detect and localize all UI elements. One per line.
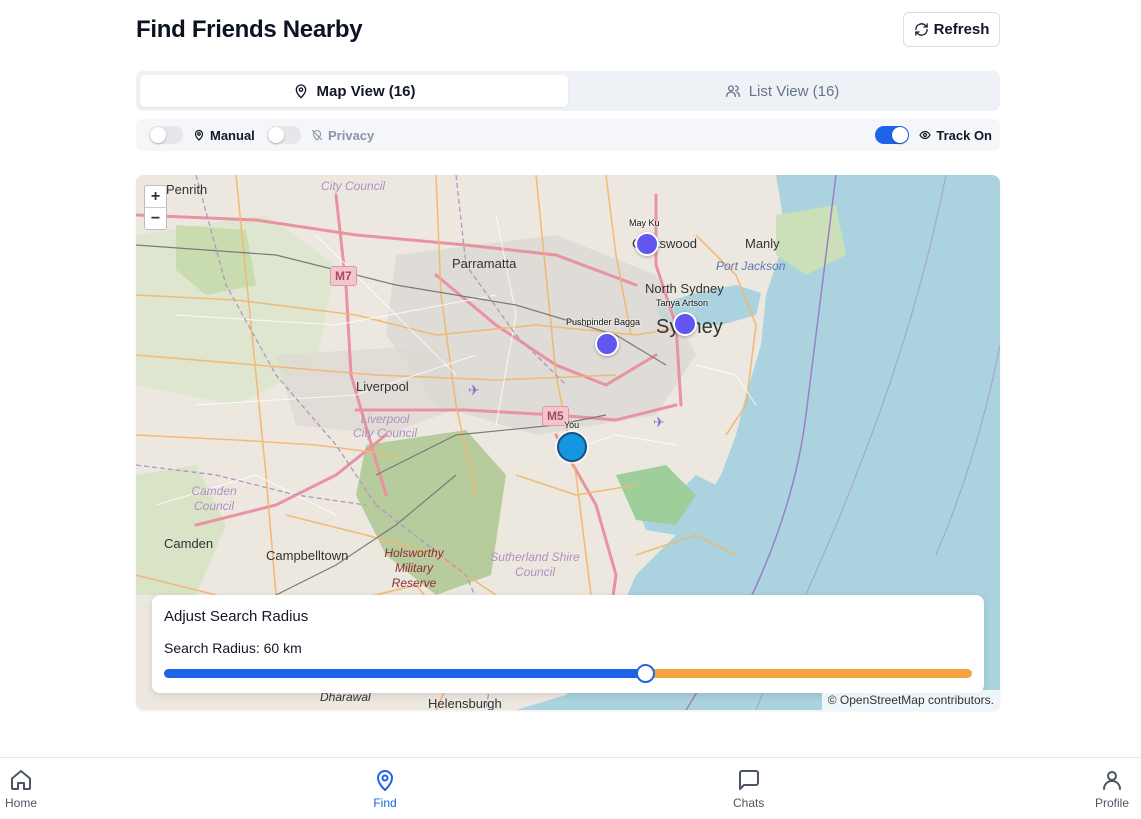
home-icon <box>11 770 31 790</box>
map-label-campbelltown: Campbelltown <box>266 548 349 563</box>
track-toggle[interactable] <box>875 126 910 144</box>
my-location-pin[interactable] <box>557 432 587 462</box>
nav-profile[interactable]: Profile <box>1095 768 1129 810</box>
map-label-north-sydney: North Sydney <box>645 281 724 296</box>
view-tabs: Map View (16) List View (16) <box>136 71 1000 111</box>
manual-control: Manual <box>149 126 255 144</box>
map-label-parramatta: Parramatta <box>452 256 517 271</box>
map-pin-icon <box>295 84 306 99</box>
tab-list-view[interactable]: List View (16) <box>568 75 996 107</box>
header: Find Friends Nearby Refresh <box>136 12 1000 48</box>
eye-icon <box>919 130 931 140</box>
map-label-camden: Camden <box>164 536 214 551</box>
airport-icon: ✈ <box>468 382 480 398</box>
nav-chats-label: Chats <box>733 796 765 810</box>
nav-profile-label: Profile <box>1095 796 1130 810</box>
privacy-toggle[interactable] <box>267 126 301 144</box>
map-pin-icon <box>194 129 204 141</box>
track-control: Track On <box>875 126 992 144</box>
zoom-in-button[interactable]: + <box>145 186 166 208</box>
my-location-label: You <box>564 420 580 430</box>
search-radius-panel: Adjust Search Radius Search Radius: 60 k… <box>152 595 984 693</box>
location-off-icon <box>311 129 323 141</box>
map-label-liverpool: Liverpool <box>356 379 409 394</box>
bottom-nav: Home Find Chats Profile <box>0 757 1141 819</box>
tab-list-view-label: List View (16) <box>748 82 840 100</box>
friend-pin[interactable] <box>595 332 619 356</box>
map-controls-bar: Manual Privacy Track On <box>136 119 1000 151</box>
map-pin-icon <box>377 770 393 791</box>
track-label: Track On <box>936 127 992 143</box>
friend-label: May Ku <box>629 218 660 228</box>
map-attribution: © OpenStreetMap contributors. <box>821 690 1000 710</box>
map-label-manly: Manly <box>745 236 780 251</box>
map-label-port-jackson: Port Jackson <box>716 259 786 273</box>
airport-icon: ✈ <box>653 414 665 430</box>
map-label-helensburgh: Helensburgh <box>428 696 502 710</box>
find-friends-page: Find Friends Nearby Refresh Map View (16… <box>0 0 1141 819</box>
nav-chats[interactable]: Chats <box>733 768 764 810</box>
zoom-control: + − <box>144 185 167 230</box>
users-icon <box>725 85 740 97</box>
nav-find[interactable]: Find <box>373 768 397 810</box>
map-label-city-council: City Council <box>321 179 386 193</box>
radius-title: Adjust Search Radius <box>164 608 309 625</box>
privacy-control: Privacy <box>267 126 374 144</box>
manual-label: Manual <box>210 127 255 143</box>
privacy-label: Privacy <box>328 127 375 143</box>
radius-slider-thumb[interactable] <box>635 664 655 683</box>
radius-slider[interactable] <box>164 664 972 683</box>
friend-pin[interactable] <box>673 312 697 336</box>
tab-map-view-label: Map View (16) <box>316 82 416 100</box>
map-label-liverpool-council: Liverpool City Council <box>352 412 418 440</box>
tab-map-view[interactable]: Map View (16) <box>140 75 568 107</box>
user-icon <box>1103 771 1121 790</box>
friend-label: Tanya Artson <box>656 298 709 308</box>
refresh-button[interactable]: Refresh <box>903 12 1000 47</box>
map-label-penrith: Penrith <box>166 182 208 197</box>
nav-find-label: Find <box>373 796 397 810</box>
refresh-icon <box>914 23 928 36</box>
friend-pin[interactable] <box>635 232 659 256</box>
map-label-holsworthy: Holsworthy Military Reserve <box>384 546 444 590</box>
map-label-sutherland: Sutherland Shire Council <box>490 550 580 579</box>
friends-map[interactable]: Penrith City Council Parramatta Chatswoo… <box>136 175 1000 710</box>
map-label-camden-council: Camden Council <box>191 484 237 513</box>
manual-toggle[interactable] <box>149 126 183 144</box>
page-title: Find Friends Nearby <box>136 16 363 43</box>
nav-home-label: Home <box>5 796 38 810</box>
chat-icon <box>738 770 759 790</box>
radius-slider-fill <box>164 669 645 678</box>
nav-home[interactable]: Home <box>5 768 37 810</box>
refresh-label: Refresh <box>933 21 990 38</box>
zoom-out-button[interactable]: − <box>145 208 166 230</box>
friend-label: Pushpinder Bagga <box>566 317 641 327</box>
radius-value: Search Radius: 60 km <box>164 640 302 656</box>
highway-shield-m7: M7 <box>330 266 357 286</box>
